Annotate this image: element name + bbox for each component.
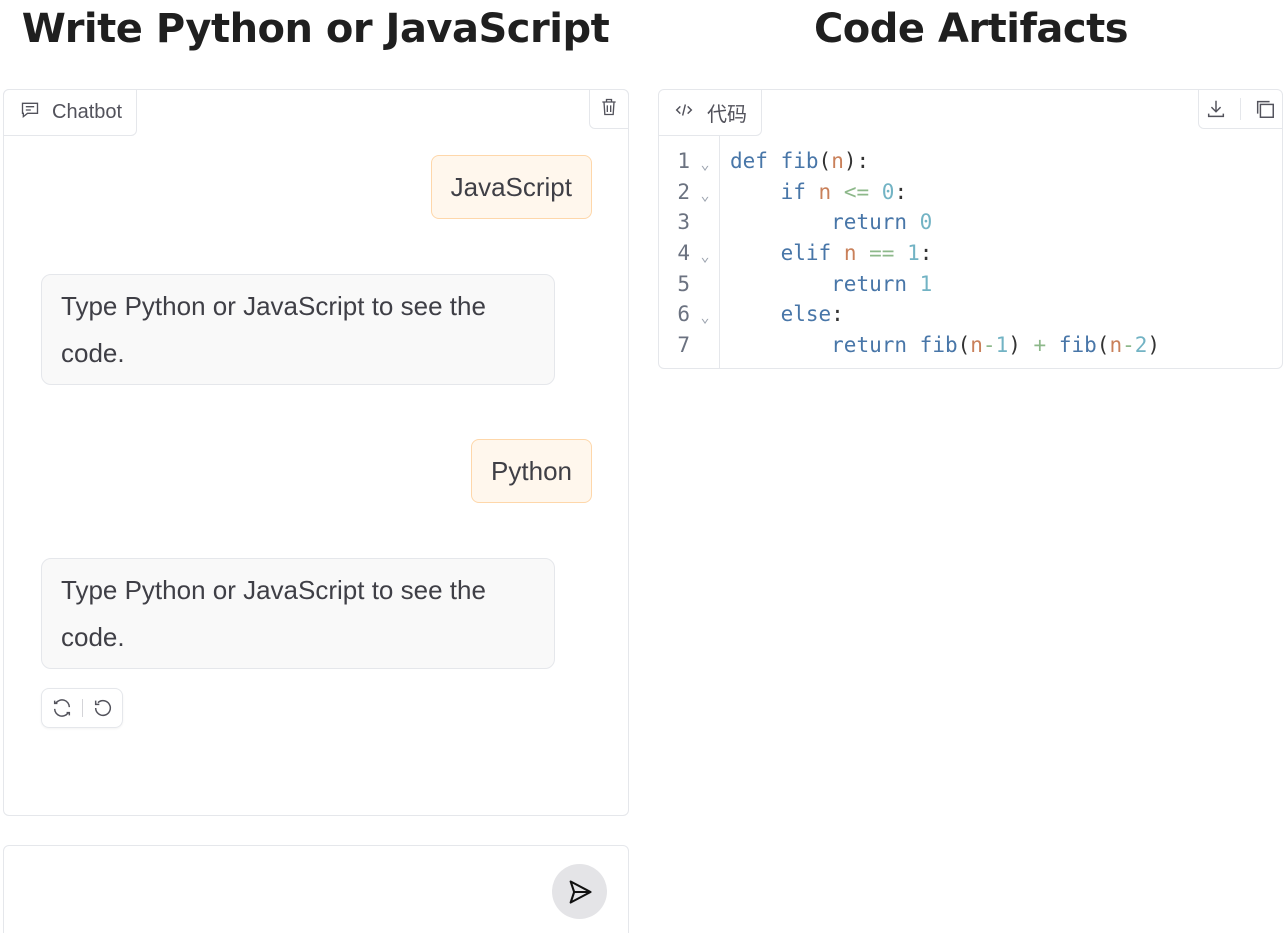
left-heading: Write Python or JavaScript [21, 6, 610, 52]
fold-marker [690, 219, 720, 225]
fold-marker [690, 281, 720, 287]
code-editor[interactable]: 1 ⌄ def fib(n): 2 ⌄ if n <= 0: 3 return 0 4… [659, 146, 1282, 360]
bot-message: Type Python or JavaScript to see the cod… [41, 558, 555, 669]
download-icon [1208, 100, 1225, 118]
code-label: 代码 [659, 90, 762, 136]
code-panel: 1 ⌄ def fib(n): 2 ⌄ if n <= 0: 3 return 0 4… [658, 89, 1283, 369]
code-text: elif n == 1: [780, 241, 933, 266]
code-text: else: [780, 302, 844, 327]
undo-button[interactable] [92, 697, 114, 719]
trash-icon [599, 97, 619, 122]
code-line: 4 ⌄ elif n == 1: [659, 238, 1282, 269]
download-button[interactable] [1205, 98, 1227, 120]
fold-marker[interactable]: ⌄ [690, 180, 720, 204]
chat-icon [20, 100, 40, 126]
code-line: 7 return fib(n-1) + fib(n-2) [659, 330, 1282, 361]
line-number: 6 [677, 302, 690, 327]
fold-marker[interactable]: ⌄ [690, 241, 720, 265]
line-number: 7 [677, 332, 690, 357]
message-actions [41, 688, 123, 728]
fold-marker[interactable]: ⌄ [690, 149, 720, 173]
code-label-text: 代码 [707, 102, 747, 126]
code-toolbar [1198, 90, 1282, 129]
code-text: return 0 [831, 210, 933, 235]
code-line: 1 ⌄ def fib(n): [659, 146, 1282, 177]
code-text: def fib(n): [730, 149, 870, 174]
line-number: 4 [677, 241, 690, 266]
send-button[interactable] [552, 864, 607, 919]
code-icon [673, 99, 695, 126]
line-number: 2 [677, 179, 690, 204]
message-input[interactable] [20, 864, 540, 914]
line-number: 5 [677, 271, 690, 296]
send-icon [569, 879, 592, 904]
bot-message: Type Python or JavaScript to see the cod… [41, 274, 555, 385]
line-number: 3 [677, 210, 690, 235]
chatbot-label: Chatbot [3, 89, 138, 136]
chatbot-panel: Chatbot JavaScript Type Python or JavaSc… [3, 89, 629, 816]
right-heading: Code Artifacts [813, 6, 1129, 52]
code-text: return 1 [831, 271, 933, 296]
copy-icon [1256, 100, 1274, 118]
code-line: 3 return 0 [659, 207, 1282, 238]
code-line: 6 ⌄ else: [659, 299, 1282, 330]
chatbot-label-text: Chatbot [52, 101, 123, 123]
fold-marker [690, 342, 720, 348]
retry-icon [53, 699, 70, 717]
message-input-container [3, 845, 629, 933]
retry-button[interactable] [51, 697, 73, 719]
fold-marker[interactable]: ⌄ [690, 302, 720, 326]
undo-icon [94, 700, 111, 717]
action-divider [81, 699, 83, 717]
code-line: 2 ⌄ if n <= 0: [659, 177, 1282, 208]
line-number: 1 [677, 149, 690, 174]
code-text: return fib(n-1) + fib(n-2) [831, 332, 1161, 357]
user-message: JavaScript [430, 155, 592, 219]
code-line: 5 return 1 [659, 268, 1282, 299]
copy-button[interactable] [1254, 98, 1276, 120]
code-text: if n <= 0: [780, 179, 908, 204]
clear-button[interactable] [589, 89, 629, 129]
toolbar-divider [1239, 98, 1241, 120]
user-message: Python [471, 439, 592, 503]
